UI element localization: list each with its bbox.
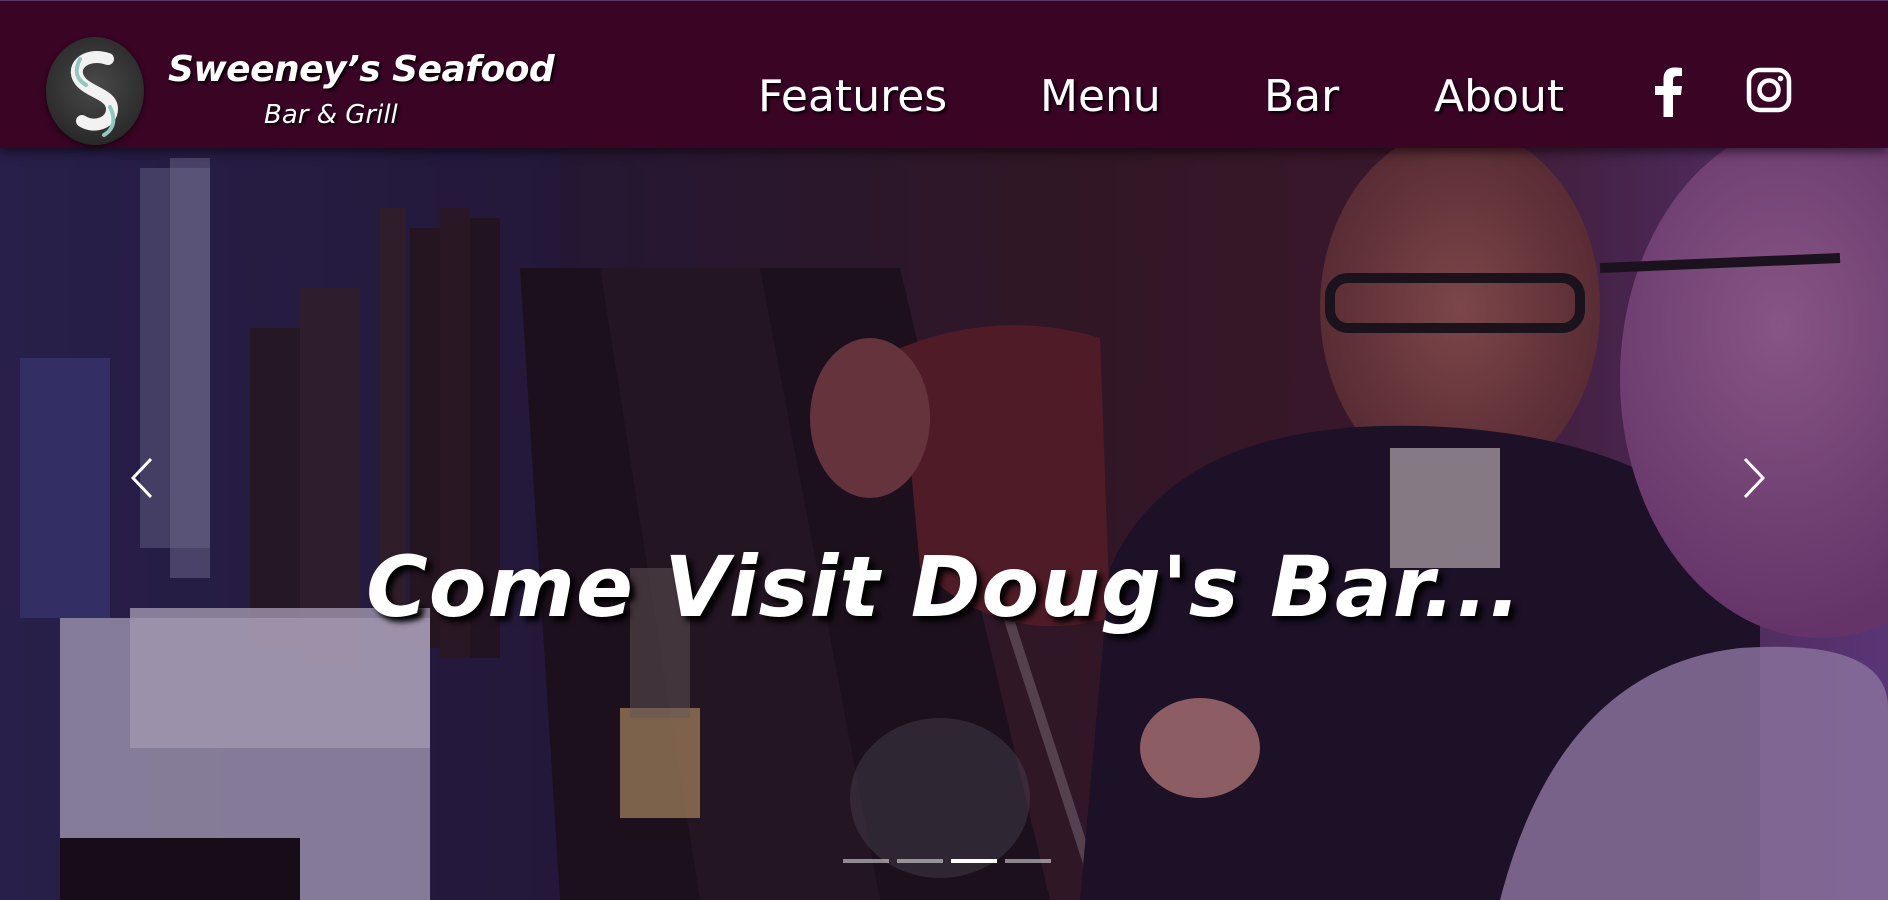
facebook-icon[interactable] [1650,67,1686,121]
carousel-prev-button[interactable] [112,428,172,528]
top-navbar: Sweeney’s Seafood Bar & Grill Features M… [0,0,1888,148]
hero-overlay [0,148,1888,900]
carousel-indicator-1[interactable] [843,859,889,863]
s-logo-icon [46,37,144,145]
carousel-indicator-4[interactable] [1005,859,1051,863]
nav-link-menu[interactable]: Menu [1040,71,1161,122]
carousel-indicators [843,859,1059,863]
hero-caption: Come Visit Doug's Bar... [366,538,1522,636]
chevron-left-icon [130,457,153,499]
carousel-indicator-3[interactable] [951,859,997,863]
brand-title: Sweeney’s Seafood [168,49,555,90]
brand-link[interactable]: Sweeney’s Seafood Bar & Grill [46,37,555,145]
nav-link-features[interactable]: Features [758,71,947,122]
page: Sweeney’s Seafood Bar & Grill Features M… [0,0,1888,900]
instagram-icon[interactable] [1746,67,1792,117]
hero-carousel: Come Visit Doug's Bar... [0,148,1888,900]
brand-subtitle: Bar & Grill [264,100,398,130]
nav-link-about[interactable]: About [1434,71,1564,122]
chevron-right-icon [1743,457,1766,499]
carousel-next-button[interactable] [1724,428,1784,528]
nav-link-bar[interactable]: Bar [1264,71,1339,122]
carousel-indicator-2[interactable] [897,859,943,863]
brand-text: Sweeney’s Seafood Bar & Grill [168,49,555,131]
